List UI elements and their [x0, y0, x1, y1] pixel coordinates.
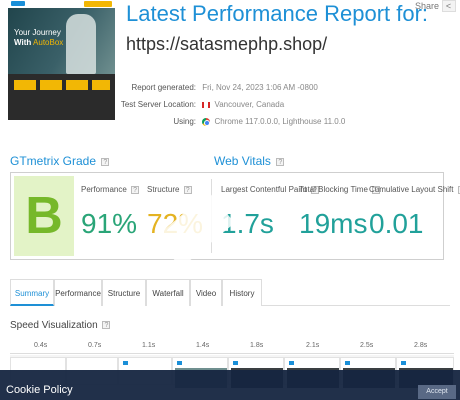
using-browser: Using: Chrome 117.0.0.0, Lighthouse 11.0…	[120, 117, 345, 126]
help-icon[interactable]: ?	[101, 157, 110, 166]
thumbnail-person	[66, 14, 96, 74]
report-generated-value: Fri, Nov 24, 2023 1:06 AM -0800	[202, 83, 318, 92]
report-url[interactable]: https://satasmephp.shop/	[126, 34, 327, 55]
timeline-tick: 2.5s	[360, 342, 374, 349]
thumbnail-cta	[84, 1, 112, 7]
tab-waterfall[interactable]: Waterfall	[146, 279, 190, 306]
filmstrip-marker	[401, 361, 406, 365]
test-server-location-label: Test Server Location:	[120, 100, 196, 109]
filmstrip-marker	[289, 361, 294, 365]
tbt-metric: Total Blocking Time ? 19ms	[299, 185, 381, 244]
report-generated: Report generated: Fri, Nov 24, 2023 1:06…	[120, 83, 318, 92]
test-server-location-value: Vancouver, Canada	[214, 100, 285, 109]
cls-label: Cumulative Layout Shift ?	[369, 185, 460, 194]
timeline-tick: 2.8s	[414, 342, 428, 349]
report-title: Latest Performance Report for:	[126, 1, 429, 26]
speed-visualization-heading-text: Speed Visualization	[10, 320, 98, 331]
thumbnail-chip	[14, 80, 36, 90]
thumbnail-chip	[92, 80, 110, 90]
timeline-tick: 0.7s	[88, 342, 102, 349]
performance-metric: Performance ? 91%	[81, 185, 140, 244]
timeline-tick: 0.4s	[34, 342, 48, 349]
help-icon[interactable]: ?	[131, 185, 140, 194]
tab-video[interactable]: Video	[190, 279, 222, 306]
thumbnail-headline-brand: AutoBox	[33, 38, 64, 47]
tab-history[interactable]: History	[222, 279, 262, 306]
report-tabs: Summary Performance Structure Waterfall …	[10, 279, 450, 306]
cls-metric: Cumulative Layout Shift ? 0.01	[369, 185, 460, 244]
site-screenshot: Your Journey With AutoBox	[8, 0, 115, 120]
structure-label: Structure ?	[147, 185, 203, 194]
tab-structure[interactable]: Structure	[102, 279, 146, 306]
help-icon[interactable]: ?	[183, 185, 192, 194]
thumbnail-headline-line1: Your Journey	[14, 28, 61, 37]
share-button[interactable]: Share <	[415, 0, 456, 12]
thumbnail-chip	[40, 80, 62, 90]
help-icon[interactable]: ?	[276, 157, 285, 166]
cls-value: 0.01	[369, 208, 424, 239]
filmstrip-marker	[123, 361, 128, 365]
using-label: Using:	[173, 117, 196, 126]
gtmetrix-grade-heading: GTmetrix Grade ?	[10, 154, 110, 168]
performance-label: Performance ?	[81, 185, 140, 194]
web-vitals-heading: Web Vitals ?	[214, 154, 285, 168]
chrome-icon	[202, 117, 211, 126]
using-value: Chrome 117.0.0.0, Lighthouse 11.0.0	[214, 117, 346, 126]
thumbnail-headline-prefix: With	[14, 38, 32, 47]
help-icon[interactable]: ?	[102, 321, 111, 330]
report-generated-label: Report generated:	[131, 83, 197, 92]
speed-visualization-heading: Speed Visualization ?	[10, 320, 111, 331]
tab-performance[interactable]: Performance	[54, 279, 102, 306]
grade-letter: B	[25, 187, 63, 245]
timeline-tick: 1.8s	[250, 342, 264, 349]
cookie-title: Cookie Policy	[6, 384, 73, 396]
tbt-value: 19ms	[299, 208, 368, 239]
canada-flag-icon	[202, 101, 211, 108]
filmstrip-marker	[177, 361, 182, 365]
timeline-tick: 2.1s	[306, 342, 320, 349]
thumbnail-logo	[11, 1, 25, 6]
filmstrip-marker	[233, 361, 238, 365]
timeline-tick: 1.4s	[196, 342, 210, 349]
test-server-location: Test Server Location: Vancouver, Canada	[120, 100, 284, 109]
thumbnail-headline-line2: With AutoBox	[14, 38, 63, 47]
thumbnail-chip	[66, 80, 88, 90]
filmstrip-marker	[345, 361, 350, 365]
grade-box: B	[14, 176, 74, 256]
share-icon: <	[441, 0, 456, 12]
gtmetrix-grade-heading-text: GTmetrix Grade	[10, 154, 97, 168]
share-label: Share	[415, 1, 440, 11]
timeline-tick: 1.1s	[142, 342, 156, 349]
speed-timeline: 0.4s 0.7s 1.1s 1.4s 1.8s 2.1s 2.5s 2.8s	[10, 342, 454, 354]
tbt-label: Total Blocking Time ?	[299, 185, 381, 194]
tab-summary[interactable]: Summary	[10, 279, 54, 306]
cookie-accept-button[interactable]: Accept	[418, 385, 456, 399]
cookie-banner: Cookie Policy Accept	[0, 370, 460, 400]
web-vitals-heading-text: Web Vitals	[214, 154, 271, 168]
performance-value: 91%	[81, 208, 138, 239]
